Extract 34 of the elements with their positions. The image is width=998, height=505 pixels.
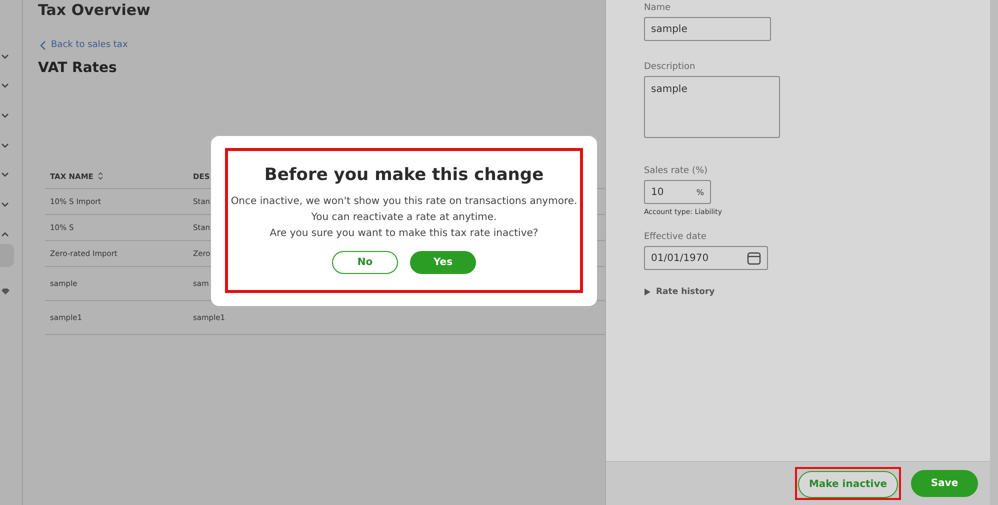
field-label: Description — [644, 62, 696, 72]
chevron-down-icon[interactable] — [1, 202, 9, 208]
chevron-down-icon[interactable] — [1, 83, 9, 90]
triangle-right-icon — [644, 288, 651, 296]
yes-button[interactable]: Yes — [410, 251, 476, 274]
field-label: Name — [644, 3, 671, 13]
chevron-down-icon[interactable] — [1, 142, 9, 149]
back-link-text[interactable]: Back to sales tax — [51, 40, 128, 50]
back-link[interactable]: Back to sales tax — [40, 40, 605, 50]
name-field[interactable]: sample — [644, 17, 771, 41]
dialog-title: Before you make this change — [264, 165, 544, 185]
rate-field[interactable]: 10 % — [644, 180, 711, 204]
description-field[interactable]: sample — [644, 76, 780, 138]
rate-history-toggle[interactable]: Rate history — [644, 287, 715, 297]
chevron-down-icon[interactable] — [1, 172, 9, 178]
scrollbar-track[interactable] — [990, 0, 998, 505]
chevron-down-icon[interactable] — [1, 54, 9, 60]
dialog-message: Are you sure you want to make this tax rate inactive? — [270, 227, 538, 241]
page-heading: VAT Rates — [38, 60, 118, 76]
percent-suffix: % — [696, 188, 704, 196]
dialog-message: You can reactivate a rate at anytime. — [311, 211, 497, 225]
page-title: Tax Overview — [38, 1, 152, 19]
field-label: Sales rate (%) — [644, 166, 708, 176]
save-button[interactable]: Save — [911, 470, 978, 497]
chevron-down-icon[interactable] — [1, 112, 9, 119]
sort-icon — [98, 172, 104, 180]
dialog-message: Once inactive, we won't show you this rate on transactions anymore. — [230, 195, 578, 209]
field-label: Effective date — [644, 232, 706, 242]
date-field[interactable]: 01/01/1970 — [644, 246, 768, 270]
calendar-icon — [747, 251, 761, 265]
chevron-up-icon[interactable] — [1, 231, 9, 238]
chevron-left-icon — [40, 40, 46, 50]
no-button[interactable]: No — [332, 251, 398, 274]
gem-icon[interactable] — [1, 288, 10, 296]
